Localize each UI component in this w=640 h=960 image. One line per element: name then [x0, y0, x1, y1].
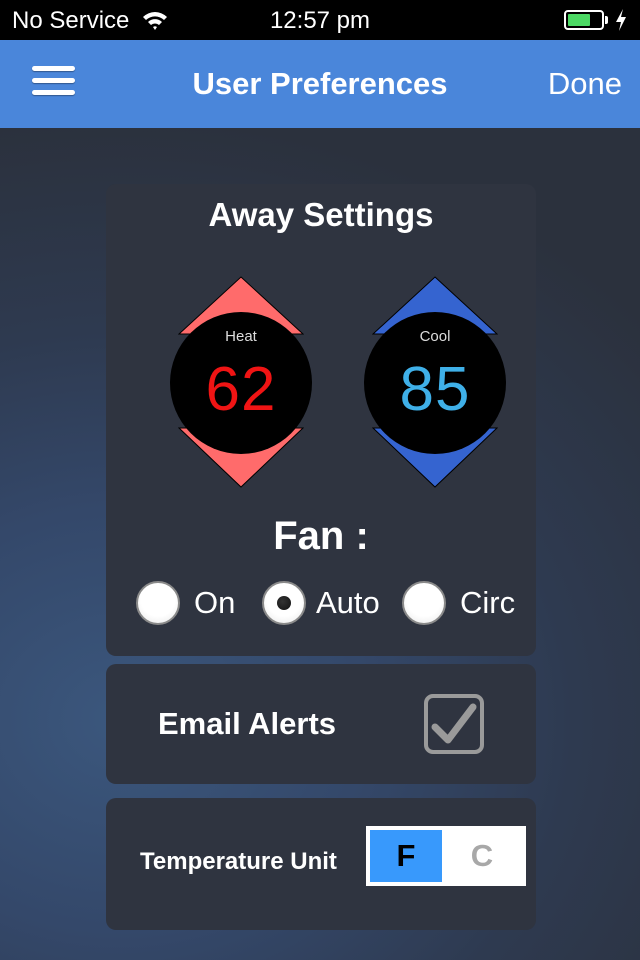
hamburger-menu-icon[interactable] [32, 66, 76, 100]
heat-label: Heat [225, 328, 257, 345]
cool-value: 85 [399, 355, 471, 424]
battery-level-fill [568, 14, 590, 26]
fan-title: Fan : [273, 514, 369, 558]
fan-option-on[interactable]: On [136, 580, 235, 626]
temperature-unit-card: Temperature Unit F C [106, 798, 536, 930]
fan-auto-radio[interactable] [262, 581, 306, 625]
temperature-unit-label: Temperature Unit [140, 848, 337, 875]
away-settings-card: Away Settings Heat 62 Cool 85 Fan : On A… [106, 184, 536, 656]
charging-bolt-icon [616, 9, 626, 31]
checkmark-icon [431, 703, 477, 744]
fan-option-auto[interactable]: Auto [262, 580, 380, 626]
cool-setpoint-dial: Cool 85 [362, 276, 508, 488]
unit-celsius-segment[interactable]: C [442, 830, 522, 882]
email-alerts-checkbox[interactable] [424, 694, 484, 754]
done-button[interactable]: Done [548, 66, 622, 102]
fan-on-label: On [194, 585, 236, 620]
temperature-unit-segmented-control: F C [366, 826, 526, 886]
fan-circ-radio[interactable] [402, 581, 446, 625]
email-alerts-card: Email Alerts [106, 664, 536, 784]
clock-time: 12:57 pm [269, 7, 371, 34]
away-settings-title: Away Settings [208, 196, 434, 233]
email-alerts-label: Email Alerts [158, 706, 337, 741]
heat-setpoint-dial: Heat 62 [168, 276, 314, 488]
fan-circ-label: Circ [460, 585, 516, 620]
fan-auto-label: Auto [316, 585, 380, 620]
unit-fahrenheit-segment[interactable]: F [370, 830, 442, 882]
battery-tip [605, 16, 608, 24]
cool-label: Cool [419, 328, 451, 345]
fan-option-circ[interactable]: Circ [402, 580, 515, 626]
navigation-bar: User Preferences Done [0, 40, 640, 128]
page-title: User Preferences [192, 66, 448, 101]
fan-on-radio[interactable] [136, 581, 180, 625]
battery-icon [564, 10, 604, 30]
status-bar: No Service 12:57 pm [0, 0, 640, 40]
heat-value: 62 [205, 355, 277, 424]
